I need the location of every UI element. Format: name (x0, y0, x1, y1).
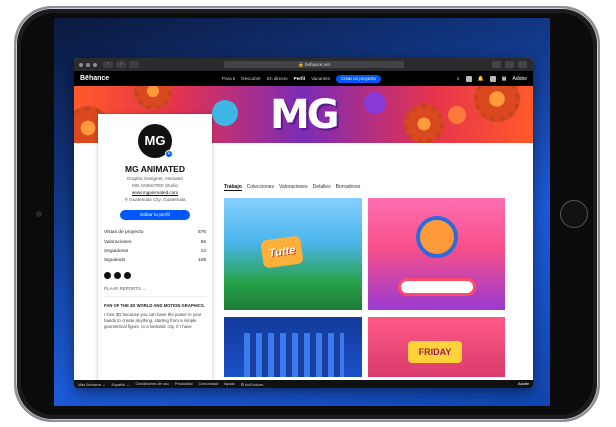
profile-role: Graphic Designer, Animator (126, 176, 184, 181)
download-icon[interactable] (492, 61, 501, 68)
project-thumbnail[interactable]: Tutte (224, 198, 362, 310)
project-thumbnail[interactable]: FRIDAY (368, 317, 505, 377)
stat-value: 12 (200, 248, 206, 254)
add-icon[interactable]: + (165, 150, 173, 158)
messages-icon[interactable] (465, 75, 472, 82)
browser-toolbar: ‹ › 🔒 behance.net (74, 58, 533, 71)
stat-row: Siguiendo 108 (104, 256, 206, 265)
address-text: behance.net (305, 62, 330, 67)
profile-tabs: Trabajo Colecciones Valoraciones Detalle… (224, 184, 360, 191)
instagram-icon[interactable] (104, 271, 111, 279)
tab-borradores[interactable]: Borradores (336, 184, 361, 191)
camera-icon (36, 211, 42, 217)
behance-logo[interactable]: Bēhance (80, 75, 109, 82)
footer-community[interactable]: Comunidad (199, 382, 218, 386)
social-links (104, 271, 206, 279)
monster-decoration (448, 106, 466, 124)
ipad-screen: ‹ › 🔒 behance.net Bēhance Para ti Descub… (54, 18, 550, 406)
apps-grid-icon[interactable]: ▦ (502, 76, 507, 82)
thumbnail-art (416, 216, 458, 258)
footer-help[interactable]: Ayuda (224, 382, 235, 386)
toolbar-right (492, 61, 527, 68)
window-minimize-icon[interactable] (86, 62, 90, 67)
profile-location: ⚲ Guatemala City, Guatemala (104, 197, 206, 203)
dribbble-icon[interactable] (114, 271, 121, 279)
nav-link-perfil[interactable]: Perfil (294, 76, 306, 81)
stat-label: Siguiendo (104, 258, 126, 264)
profile-website[interactable]: www.mganimated.com (104, 190, 206, 195)
browser-window: ‹ › 🔒 behance.net Bēhance Para ti Descub… (74, 58, 533, 388)
footer-privacy[interactable]: Privacidad (175, 382, 193, 386)
profile-stats: Vistas de proyecto 576 Valoraciones 56 S… (104, 228, 206, 266)
banner-mg-logo: MG (270, 92, 340, 138)
location-pin-icon: ⚲ (124, 197, 128, 202)
create-project-button[interactable]: Crear un proyecto (335, 74, 382, 83)
monster-decoration (212, 100, 238, 126)
project-thumbnail[interactable] (224, 317, 362, 377)
stat-row: Seguidores 12 (104, 247, 206, 256)
share-icon[interactable] (505, 61, 514, 68)
home-button[interactable] (560, 200, 588, 228)
stat-label: Vistas de proyecto (104, 230, 144, 236)
thumbnail-sign: FRIDAY (408, 341, 462, 363)
footer-language[interactable]: Español ⌄ (111, 382, 129, 387)
profile-card: MG + MG ANIMATED Graphic Designer, Anima… (98, 114, 212, 388)
location-text: Guatemala City, Guatemala (129, 197, 186, 202)
footer-more-behance[interactable]: Más Behance ⌄ (78, 382, 105, 387)
reports-link[interactable]: PLAAR REPORTS → (104, 286, 206, 297)
nav-links: Para ti Descubrir En directo Perfil Vaca… (222, 71, 382, 86)
thumbnail-art (398, 278, 476, 296)
gear-decoration (134, 86, 172, 110)
stat-label: Valoraciones (104, 239, 132, 245)
stage: ‹ › 🔒 behance.net Bēhance Para ti Descub… (0, 0, 616, 427)
nav-link-descubrir[interactable]: Descubrir (241, 76, 261, 81)
stat-value: 576 (197, 230, 206, 236)
tabs-icon[interactable] (518, 61, 527, 68)
notifications-icon[interactable]: 🔔 (478, 76, 484, 82)
window-zoom-icon[interactable] (93, 62, 97, 67)
gear-decoration (404, 104, 444, 143)
avatar[interactable]: MG + (138, 124, 173, 158)
project-thumbnail[interactable] (368, 198, 505, 310)
thumbnail-sign: Tutte (260, 235, 304, 269)
stat-value: 56 (200, 239, 206, 245)
sidebar-icon[interactable] (129, 61, 139, 68)
thumbnail-art (244, 333, 344, 377)
stat-value: 108 (197, 258, 206, 264)
nav-link-en-directo[interactable]: En directo (267, 76, 288, 81)
nav-link-para-ti[interactable]: Para ti (222, 76, 235, 81)
address-bar[interactable]: 🔒 behance.net (224, 61, 404, 68)
nav-icons: ⌕ 🔔 ▦ Adobe (457, 71, 527, 86)
tab-trabajo[interactable]: Trabajo (224, 184, 242, 191)
lock-icon: 🔒 (298, 62, 304, 67)
window-close-icon[interactable] (79, 62, 83, 67)
edit-profile-button[interactable]: Editar tu perfil (120, 210, 190, 220)
footer-terms[interactable]: Condiciones de uso (135, 382, 168, 386)
tab-colecciones[interactable]: Colecciones (247, 184, 274, 191)
stat-row: Valoraciones 56 (104, 237, 206, 246)
search-icon[interactable]: ⌕ (457, 76, 460, 82)
monster-decoration (364, 92, 386, 114)
about-text: I love 3D because you can have the power… (104, 311, 202, 330)
forward-icon[interactable]: › (116, 61, 126, 68)
gear-decoration (474, 86, 520, 122)
stat-label: Seguidores (104, 248, 129, 254)
nav-link-vacantes[interactable]: Vacantes (311, 76, 330, 81)
user-avatar-icon[interactable] (489, 75, 496, 82)
tab-detalles[interactable]: Detalles (313, 184, 331, 191)
stat-row: Vistas de proyecto 576 (104, 228, 206, 237)
profile-studio: MG ANIMATED Studio (131, 183, 179, 188)
avatar-text: MG (144, 133, 166, 148)
footer-adchoices[interactable]: ⚙ AdChoices (241, 382, 264, 387)
facebook-icon[interactable] (124, 271, 131, 279)
adobe-link[interactable]: Adobe (513, 76, 527, 82)
footer: Más Behance ⌄ Español ⌄ Condiciones de u… (74, 380, 533, 388)
about-heading: FAN OF THE 3D WORLD AND MOTION GRAPHICS. (104, 302, 205, 308)
footer-adobe[interactable]: Adobe (518, 382, 529, 386)
behance-navbar: Bēhance Para ti Descubrir En directo Per… (74, 71, 533, 86)
tab-valoraciones[interactable]: Valoraciones (279, 184, 308, 191)
back-icon[interactable]: ‹ (103, 61, 113, 68)
profile-name: MG ANIMATED (125, 164, 185, 174)
